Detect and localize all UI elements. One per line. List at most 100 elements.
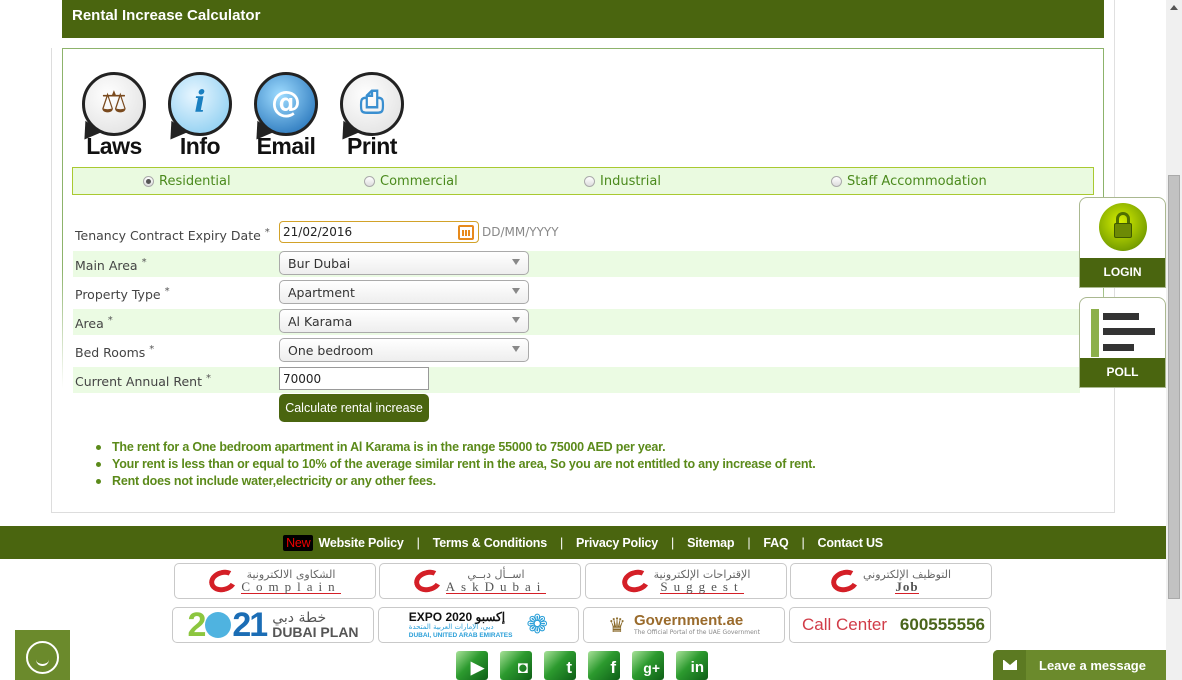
laws-button[interactable]: ⚖ Laws xyxy=(80,72,148,160)
info-button[interactable]: i Info xyxy=(166,72,234,160)
radio-unchecked-icon xyxy=(831,176,842,187)
login-label: LOGIN xyxy=(1080,258,1165,287)
banner-en-text: Job xyxy=(895,578,919,594)
radio-label: Residential xyxy=(159,174,231,189)
scrollbar-thumb[interactable] xyxy=(1168,175,1180,599)
banner-en-text: DUBAI PLAN xyxy=(272,624,359,640)
chat-widget-button[interactable] xyxy=(15,630,70,680)
property-type-select[interactable]: Apartment xyxy=(279,280,529,304)
call-center-number: 600555556 xyxy=(899,615,985,634)
login-widget[interactable]: LOGIN xyxy=(1079,197,1166,288)
youtube-icon[interactable]: ▶ xyxy=(456,651,488,680)
facebook-icon[interactable]: f xyxy=(588,651,620,680)
lock-icon xyxy=(1099,203,1147,251)
area-row: Area * xyxy=(73,309,1080,335)
radio-industrial[interactable]: Industrial xyxy=(584,174,661,189)
leave-message-label: Leave a message xyxy=(1039,657,1146,673)
government-ae-banner[interactable]: ♛ Government.ae The Official Portal of t… xyxy=(583,607,785,643)
annual-rent-row: Current Annual Rent * xyxy=(73,367,1080,393)
instagram-icon[interactable]: ◘ xyxy=(500,651,532,680)
askdubai-banner[interactable]: اســأل دبــي AskDubai xyxy=(379,563,581,599)
e-logo-icon xyxy=(619,566,652,596)
main-area-row: Main Area * xyxy=(73,251,1080,277)
annual-rent-input[interactable]: 70000 xyxy=(279,367,429,390)
radio-staff-accommodation[interactable]: Staff Accommodation xyxy=(831,174,987,189)
banner-en-text: Suggest xyxy=(660,578,744,594)
results-list: The rent for a One bedroom apartment in … xyxy=(95,439,816,490)
bed-rooms-select[interactable]: One bedroom xyxy=(279,338,529,362)
poll-widget[interactable]: POLL xyxy=(1079,297,1166,388)
call-center-banner[interactable]: Call Center 600555556 xyxy=(789,607,991,643)
radio-commercial[interactable]: Commercial xyxy=(364,174,458,189)
main-area-select[interactable]: Bur Dubai xyxy=(279,251,529,275)
radio-label: Commercial xyxy=(380,174,458,189)
separator: | xyxy=(747,535,751,550)
result-item: Rent does not include water,electricity … xyxy=(95,473,816,490)
separator: | xyxy=(559,535,564,550)
link-faq[interactable]: FAQ xyxy=(763,536,788,550)
expo-title-ar: إكسبو xyxy=(475,609,506,624)
banner-ar-text: خطة دبي xyxy=(272,610,327,626)
calendar-icon[interactable] xyxy=(458,225,474,240)
select-value: One bedroom xyxy=(288,343,374,358)
page: Rental Increase Calculator ⚖ Laws i Info… xyxy=(0,0,1173,680)
dubai-plan-banner[interactable]: 2 21 خطة دبي DUBAI PLAN xyxy=(172,607,374,643)
expo-2020-banner[interactable]: EXPO 2020 إكسبو دبي، الإمارات العربية ال… xyxy=(378,607,579,643)
email-label: Email xyxy=(256,133,316,159)
expiry-date-row: Tenancy Contract Expiry Date * xyxy=(73,221,1080,247)
government-title: Government.ae xyxy=(633,612,744,630)
area-select[interactable]: Al Karama xyxy=(279,309,529,333)
job-banner[interactable]: التوظيف الإلكتروني Job xyxy=(790,563,992,599)
print-button[interactable]: ⎙ Print xyxy=(338,72,406,160)
date-format-hint: DD/MM/YYYY xyxy=(482,225,559,239)
radio-label: Staff Accommodation xyxy=(847,174,987,189)
expiry-date-input[interactable]: 21/02/2016 xyxy=(279,221,479,243)
dubai-plan-logo-icon xyxy=(205,612,232,638)
e-logo-icon xyxy=(828,566,862,596)
expo-logo-icon: ❁ xyxy=(526,610,549,640)
scroll-up-arrow-icon[interactable] xyxy=(1170,5,1178,10)
email-icon: @ xyxy=(254,72,318,136)
link-contact-us[interactable]: Contact US xyxy=(818,536,884,550)
twitter-icon[interactable]: t xyxy=(544,651,576,680)
link-website-policy[interactable]: Website Policy xyxy=(318,536,403,550)
annual-rent-label: Current Annual Rent * xyxy=(75,373,211,390)
dubai-plan-year: 2 xyxy=(187,607,206,643)
property-category-radio-group: Residential Commercial Industrial Staff … xyxy=(72,167,1094,195)
uae-emblem-icon: ♛ xyxy=(608,613,626,637)
expo-title: EXPO 2020 xyxy=(408,609,473,624)
link-sitemap[interactable]: Sitemap xyxy=(687,536,734,550)
email-button[interactable]: @ Email xyxy=(252,72,320,160)
chevron-down-icon xyxy=(512,317,520,323)
smiley-icon xyxy=(26,641,59,674)
laws-label: Laws xyxy=(86,133,142,159)
e-logo-icon xyxy=(411,566,445,596)
main-area-label: Main Area * xyxy=(75,257,147,274)
google-plus-icon[interactable]: g+ xyxy=(632,651,664,680)
call-center-label: Call Center xyxy=(802,615,888,634)
banner-ar-text: الشكاوى الالكترونية xyxy=(246,567,336,581)
social-links: ▶ ◘ t f g+ in xyxy=(456,651,708,680)
link-privacy-policy[interactable]: Privacy Policy xyxy=(576,536,658,550)
complain-banner[interactable]: الشكاوى الالكترونية Complain xyxy=(174,563,376,599)
select-value: Bur Dubai xyxy=(288,256,351,271)
chevron-down-icon xyxy=(512,288,520,294)
page-title: Rental Increase Calculator xyxy=(62,0,1104,38)
leave-message-button[interactable]: Leave a message xyxy=(993,650,1173,680)
poll-label: POLL xyxy=(1080,358,1165,387)
radio-residential[interactable]: Residential xyxy=(143,174,231,189)
info-label: Info xyxy=(179,133,221,159)
separator: | xyxy=(671,535,675,550)
footer-nav: New Website Policy | Terms & Conditions … xyxy=(0,526,1166,559)
linkedin-icon[interactable]: in xyxy=(676,651,708,680)
suggest-banner[interactable]: الإقتراحات الإلكترونية Suggest xyxy=(585,563,787,599)
chevron-down-icon xyxy=(512,346,520,352)
calculate-button[interactable]: Calculate rental increase xyxy=(279,394,429,422)
print-label: Print xyxy=(347,133,397,159)
vertical-scrollbar[interactable] xyxy=(1166,0,1182,680)
radio-checked-icon xyxy=(143,176,154,187)
divider xyxy=(1114,0,1115,197)
radio-unchecked-icon xyxy=(364,176,375,187)
radio-label: Industrial xyxy=(600,174,661,189)
link-terms[interactable]: Terms & Conditions xyxy=(433,536,547,550)
